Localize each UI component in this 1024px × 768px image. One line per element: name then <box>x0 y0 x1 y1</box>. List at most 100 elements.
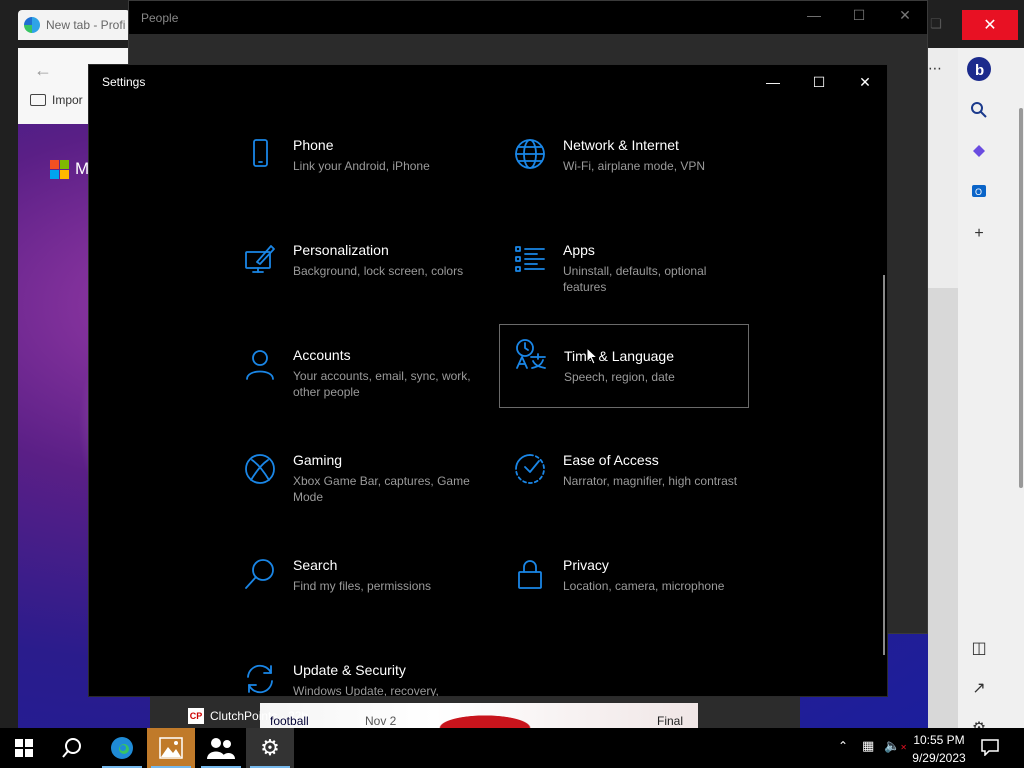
tile-title: Network & Internet <box>563 137 679 153</box>
settings-tile-gaming[interactable]: Gaming Xbox Game Bar, captures, Game Mod… <box>229 440 479 524</box>
search-icon <box>62 738 81 758</box>
sidebar-toggle-icon[interactable]: ◫ <box>966 635 992 661</box>
news-date: Nov 2 <box>365 714 397 728</box>
more-options-icon[interactable]: ⋯ <box>928 60 942 77</box>
tile-description: Uninstall, defaults, optional features <box>563 264 707 294</box>
settings-tile-personalization[interactable]: Personalization Background, lock screen,… <box>229 230 479 314</box>
microsoft-logo-icon <box>50 160 69 179</box>
edge-logo-icon <box>24 17 40 33</box>
settings-tile-phone[interactable]: Phone Link your Android, iPhone <box>229 125 479 209</box>
person-icon <box>243 347 277 381</box>
clock-time: 10:55 PM <box>913 733 965 747</box>
time-language-icon <box>514 337 548 371</box>
taskbar-edge-button[interactable] <box>98 728 146 768</box>
lock-icon <box>513 557 547 591</box>
tile-title: Time & Language <box>564 348 674 364</box>
news-tag: football <box>270 714 309 728</box>
settings-window: Settings — ☐ ✕ Phone Link your Android, … <box>88 64 888 697</box>
settings-tile-network[interactable]: Network & Internet Wi-Fi, airplane mode,… <box>499 125 749 209</box>
xbox-icon <box>243 452 277 486</box>
favorites-label: Impor <box>52 93 83 107</box>
import-icon <box>30 94 46 106</box>
maximize-button[interactable]: ☐ <box>799 69 839 95</box>
settings-tile-privacy[interactable]: Privacy Location, camera, microphone <box>499 545 749 629</box>
news-status: Final <box>657 714 684 728</box>
start-button[interactable] <box>0 728 48 768</box>
external-link-icon[interactable]: ↗ <box>966 675 992 701</box>
tile-description: Find my files, permissions <box>293 579 432 593</box>
taskbar-search-button[interactable] <box>48 728 96 768</box>
tile-description: Your accounts, email, sync, work, other … <box>293 369 471 399</box>
taskbar-settings-button[interactable]: ⚙ <box>246 728 294 768</box>
tile-title: Update & Security <box>293 662 406 678</box>
network-icon[interactable]: ▦ <box>862 738 874 754</box>
tile-title: Search <box>293 557 338 573</box>
action-center-icon[interactable] <box>980 738 1002 758</box>
search-icon <box>243 557 277 591</box>
minimize-button[interactable]: — <box>753 69 793 95</box>
edge-logo-icon <box>111 737 133 759</box>
settings-tile-time-language[interactable]: Time & Language Speech, region, date <box>499 324 749 408</box>
bing-chat-icon[interactable]: b <box>966 56 992 82</box>
copilot-icon[interactable] <box>966 138 992 164</box>
sync-icon <box>243 662 277 696</box>
volume-muted-icon[interactable]: 🔈✕ <box>884 738 907 754</box>
tile-description: Link your Android, iPhone <box>293 159 430 173</box>
tile-title: Ease of Access <box>563 452 659 468</box>
tile-description: Background, lock screen, colors <box>293 264 464 278</box>
people-window-title: People <box>141 11 179 25</box>
edge-content-strip <box>928 48 958 728</box>
tile-title: Personalization <box>293 242 389 258</box>
edge-scrollbar[interactable] <box>1000 48 1024 728</box>
tile-title: Gaming <box>293 452 343 468</box>
search-icon[interactable] <box>966 97 992 123</box>
edge-tab-title: New tab - Profi <box>46 18 126 32</box>
tile-description: Speech, region, date <box>564 370 675 384</box>
paintbrush-icon <box>243 242 277 276</box>
taskbar-photos-button[interactable] <box>147 728 195 768</box>
svg-text:O: O <box>975 187 982 197</box>
tile-description: Xbox Game Bar, captures, Game Mode <box>293 474 470 504</box>
settings-tile-apps[interactable]: Apps Uninstall, defaults, optional featu… <box>499 230 749 314</box>
people-titlebar: People — ☐ ✕ <box>129 1 927 34</box>
people-icon <box>207 738 235 759</box>
clock-date: 9/29/2023 <box>912 751 966 765</box>
tile-title: Phone <box>293 137 334 153</box>
outlook-icon[interactable]: O <box>966 178 992 204</box>
edge-tab[interactable]: New tab - Profi <box>18 10 130 40</box>
settings-tile-update-security[interactable]: Update & Security Windows Update, recove… <box>229 650 479 697</box>
taskbar-clock[interactable]: 10:55 PM 9/29/2023 <box>908 731 970 767</box>
taskbar-people-button[interactable] <box>197 728 245 768</box>
show-hidden-icons-chevron-icon[interactable]: ⌃ <box>838 739 848 753</box>
ease-of-access-icon <box>513 452 547 486</box>
tile-title: Privacy <box>563 557 609 573</box>
tile-description: Wi-Fi, airplane mode, VPN <box>563 159 706 173</box>
people-maximize-icon[interactable]: ☐ <box>844 7 874 24</box>
clutchpoints-logo-icon: CP <box>188 708 204 724</box>
favorites-bar-item[interactable]: Impor <box>30 93 83 107</box>
settings-tile-ease-of-access[interactable]: Ease of Access Narrator, magnifier, high… <box>499 440 749 524</box>
edge-restore-icon[interactable]: ❏ <box>930 16 942 32</box>
settings-gear-icon: ⚙ <box>260 735 280 760</box>
settings-tile-accounts[interactable]: Accounts Your accounts, email, sync, wor… <box>229 335 479 419</box>
tile-description: Narrator, magnifier, high contrast <box>563 474 738 488</box>
globe-icon <box>513 137 547 171</box>
apps-list-icon <box>513 242 547 276</box>
settings-window-title: Settings <box>102 75 146 89</box>
svg-text:b: b <box>975 62 984 79</box>
tile-description: Windows Update, recovery, backup <box>293 684 439 697</box>
close-button[interactable]: ✕ <box>845 69 885 95</box>
back-arrow-icon[interactable]: ← <box>34 60 52 81</box>
settings-tile-search[interactable]: Search Find my files, permissions <box>229 545 479 629</box>
photos-icon <box>159 737 183 759</box>
people-close-icon[interactable]: ✕ <box>890 7 920 24</box>
edge-close-button[interactable]: ✕ <box>962 10 1018 40</box>
tile-title: Accounts <box>293 347 351 363</box>
people-minimize-icon[interactable]: — <box>799 7 829 23</box>
windows-logo-icon <box>15 739 33 757</box>
tile-title: Apps <box>563 242 595 258</box>
news-image-graphic <box>395 703 575 728</box>
add-icon[interactable]: + <box>966 221 992 247</box>
tile-description: Location, camera, microphone <box>563 579 725 593</box>
settings-scrollbar[interactable] <box>883 275 885 655</box>
